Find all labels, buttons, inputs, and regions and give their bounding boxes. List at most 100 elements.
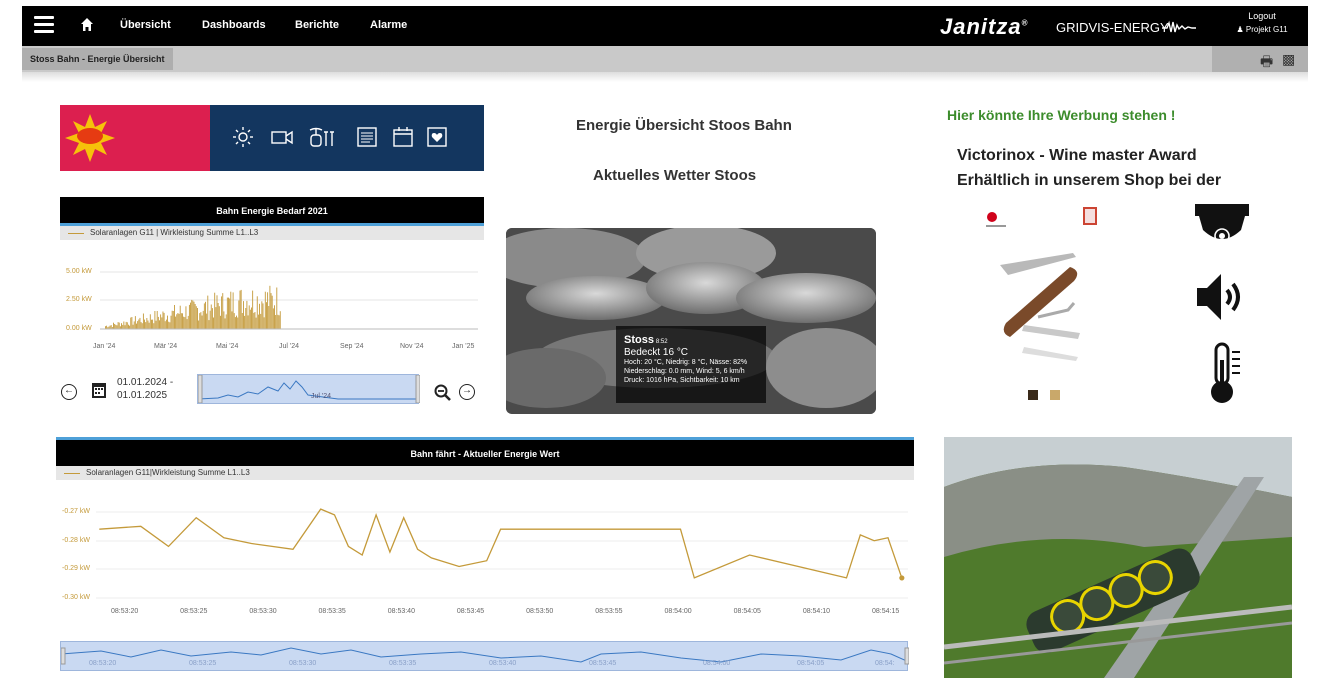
- chart1-bar: [220, 315, 221, 329]
- chart1-bar: [147, 320, 149, 329]
- chart1-ytick: 2.50 kW: [66, 296, 92, 303]
- chart1-bar: [142, 313, 144, 329]
- news-icon[interactable]: [356, 126, 378, 148]
- breadcrumb[interactable]: Stoss Bahn - Energie Übersicht: [22, 48, 173, 70]
- chart1-xtick: Sep '24: [340, 343, 364, 350]
- chart2-xtick: 08:54:00: [664, 608, 692, 615]
- chart1-bar: [169, 322, 171, 329]
- hamburger-menu-icon[interactable]: [32, 13, 56, 37]
- chart1-bar: [246, 300, 248, 329]
- chart1-bar: [118, 322, 120, 329]
- sun-icon[interactable]: [232, 126, 254, 148]
- chart1-bar: [216, 295, 218, 329]
- calendar-picker-icon[interactable]: [91, 380, 107, 400]
- chart1-bar: [152, 319, 154, 329]
- chart1-bar: [198, 320, 200, 329]
- nav-alarme[interactable]: Alarme: [370, 19, 407, 31]
- logout-link[interactable]: Logout: [1248, 11, 1276, 21]
- chart1-bar: [172, 311, 174, 329]
- chart1-bar: [159, 320, 160, 329]
- chart1-bar: [268, 306, 270, 329]
- chart1-bar: [239, 290, 241, 329]
- weather-city: Stoss: [624, 334, 654, 346]
- chart2-xtick: 08:53:25: [180, 608, 208, 615]
- chart1-bar: [116, 325, 118, 329]
- weather-time: 8:52: [655, 339, 668, 345]
- chart2-legend[interactable]: Solaranlagen G11|Wirkleistung Summe L1..…: [56, 466, 914, 480]
- chart1-bar: [163, 312, 165, 329]
- chart1-bar: [148, 322, 150, 329]
- chart1-bar: [171, 310, 173, 329]
- gondola-icon[interactable]: [308, 126, 338, 148]
- chart1-bar: [154, 311, 156, 329]
- zoom-out-icon[interactable]: [434, 384, 452, 402]
- stoos-railway-photo: [944, 437, 1292, 678]
- chart1-bar: [115, 324, 117, 329]
- chart1-bar: [215, 307, 217, 329]
- chart1-bar: [187, 315, 189, 329]
- calendar-icon[interactable]: [392, 126, 414, 148]
- weather-line2: Niederschlag: 0.0 mm, Wind: 5, 6 km/h: [624, 368, 745, 375]
- weather-line1: Hoch: 20 °C, Niedrig: 8 °C, Nässe: 82%: [624, 359, 748, 366]
- chart1-bar: [190, 302, 191, 329]
- janitza-logo: Janitza®: [940, 14, 1029, 39]
- speaker-icon[interactable]: [1195, 270, 1251, 324]
- security-camera-icon[interactable]: [1195, 202, 1251, 250]
- chart1-bar: [164, 321, 166, 329]
- chart1-bar: [224, 318, 226, 329]
- project-label[interactable]: ♟ Projekt G11: [1230, 25, 1294, 34]
- chart1-bar: [113, 322, 114, 329]
- chart1-bar: [254, 312, 256, 329]
- nav-dashboards[interactable]: Dashboards: [202, 19, 266, 31]
- chart1-navigator[interactable]: Jul '24: [197, 374, 421, 404]
- chart1-legend[interactable]: Solaranlagen G11 | Wirkleistung Summe L1…: [60, 226, 484, 240]
- chart2-navigator-tick: 08:54:00: [703, 660, 731, 667]
- shield-heart-icon[interactable]: [426, 126, 448, 148]
- chart2-series-line: [99, 508, 903, 579]
- pulse-icon: [1162, 20, 1196, 33]
- nav-berichte[interactable]: Berichte: [295, 19, 339, 31]
- chart1-bar: [260, 313, 262, 329]
- chart2-xtick: 08:53:30: [249, 608, 277, 615]
- chart1-bar: [266, 302, 267, 329]
- chart1-bar: [136, 323, 137, 329]
- chart1-bar: [184, 317, 186, 329]
- chart2-navigator[interactable]: 08:53:20 08:53:25 08:53:30 08:53:35 08:53:40…: [60, 641, 910, 671]
- forward-arrow-icon[interactable]: →: [459, 384, 475, 400]
- chart1-xtick: Jan '24: [93, 343, 116, 350]
- chart1-bar: [230, 291, 232, 329]
- chart2-xtick: 08:54:10: [802, 608, 831, 615]
- chart2-ytick: -0.30 kW: [62, 594, 91, 601]
- chart1-bar: [123, 321, 125, 329]
- chart1-bar: [167, 315, 168, 329]
- chart1-bar: [140, 322, 142, 329]
- chart2-last-point[interactable]: [899, 575, 905, 581]
- chart1-bar: [232, 292, 234, 329]
- chart2-navigator-tick: 08:53:45: [589, 660, 617, 667]
- presentation-icon[interactable]: ▩: [1282, 51, 1295, 68]
- chart1-bar: [165, 319, 167, 329]
- chart1-bar: [201, 315, 203, 329]
- chart1-bar: [197, 308, 198, 329]
- chart1-bar: [247, 315, 249, 329]
- chart1-ytick: 5.00 kW: [66, 268, 92, 275]
- camera-icon[interactable]: [270, 126, 294, 148]
- back-arrow-icon[interactable]: ←: [61, 384, 77, 400]
- chart1-bar: [213, 317, 214, 329]
- stoos-sun-logo[interactable]: [60, 105, 210, 171]
- chart1-bar: [121, 323, 122, 329]
- nav-uebersicht[interactable]: Übersicht: [120, 19, 171, 31]
- chart1-bar: [229, 298, 231, 329]
- home-icon[interactable]: [80, 17, 94, 33]
- chart1-bar: [128, 324, 129, 329]
- chart1-bar: [122, 324, 124, 329]
- date-range[interactable]: 01.01.2024 - 01.01.2025: [117, 376, 173, 402]
- victorinox-knife-image[interactable]: [978, 205, 1098, 405]
- chart1-ytick: 0.00 kW: [66, 325, 92, 332]
- chart1-bar: [221, 296, 223, 329]
- thermometer-icon[interactable]: [1210, 342, 1244, 406]
- chart1-bar: [186, 319, 188, 329]
- chart1-bar: [156, 311, 158, 329]
- chart1-bar: [252, 290, 254, 329]
- chart1-bar: [245, 308, 247, 329]
